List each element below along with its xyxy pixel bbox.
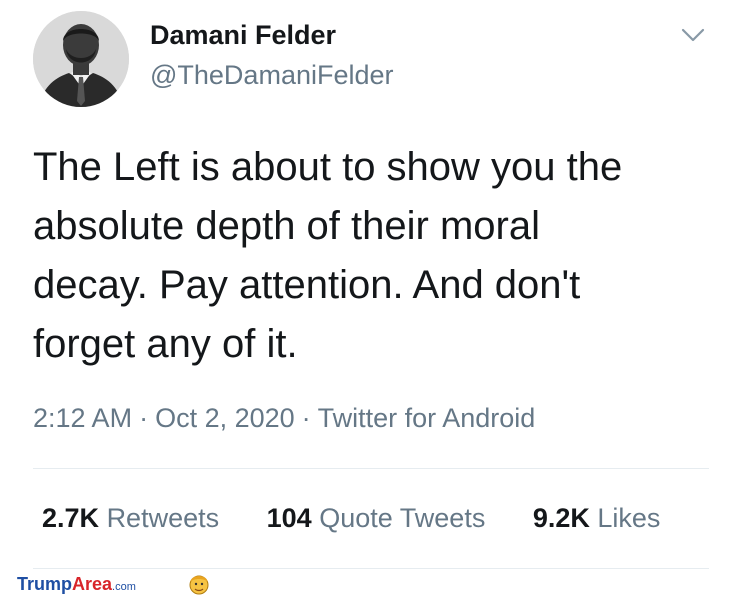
tweet-meta: 2:12 AM · Oct 2, 2020 · Twitter for Android — [33, 403, 535, 434]
tweet-text-line: The Left is about to show you the — [33, 145, 623, 189]
quote-tweets-count: 104 — [266, 503, 312, 533]
tweet-time[interactable]: 2:12 AM — [33, 403, 132, 433]
meta-separator: · — [139, 403, 149, 433]
watermark-brand-part1: Trump — [17, 574, 73, 594]
likes-count: 9.2K — [532, 503, 590, 533]
likes-label: Likes — [597, 503, 661, 533]
tweet-text-line: absolute depth of their moral — [33, 204, 540, 248]
divider — [33, 468, 709, 469]
user-handle[interactable]: @TheDamaniFelder — [150, 60, 394, 91]
tweet-text: The Left is about to show you the absolu… — [33, 138, 713, 374]
watermark-brand-part2: Area — [72, 574, 113, 594]
chevron-down-icon[interactable] — [680, 26, 706, 44]
quote-tweets-label: Quote Tweets — [319, 503, 486, 533]
tweet-date[interactable]: Oct 2, 2020 — [155, 403, 295, 433]
divider — [33, 568, 709, 569]
watermark-logo: TrumpArea.com — [17, 574, 209, 596]
tweet-text-line: forget any of it. — [33, 322, 298, 366]
retweets-count: 2.7K — [42, 503, 100, 533]
watermark-brand-suffix: .com — [112, 581, 136, 593]
retweets-label: Retweets — [106, 503, 220, 533]
cartoon-face-icon — [189, 575, 209, 595]
retweets-stat[interactable]: 2.7K Retweets — [42, 503, 219, 534]
likes-stat[interactable]: 9.2K Likes — [533, 503, 661, 534]
avatar[interactable] — [33, 11, 129, 107]
meta-separator: · — [301, 403, 311, 433]
display-name[interactable]: Damani Felder — [150, 20, 336, 51]
quote-tweets-stat[interactable]: 104 Quote Tweets — [267, 503, 486, 534]
engagement-stats: 2.7K Retweets 104 Quote Tweets 9.2K Like… — [42, 503, 660, 534]
avatar-portrait-icon — [33, 11, 129, 107]
tweet-card: Damani Felder @TheDamaniFelder The Left … — [0, 0, 740, 597]
tweet-text-line: decay. Pay attention. And don't — [33, 263, 581, 307]
tweet-source[interactable]: Twitter for Android — [318, 403, 536, 433]
